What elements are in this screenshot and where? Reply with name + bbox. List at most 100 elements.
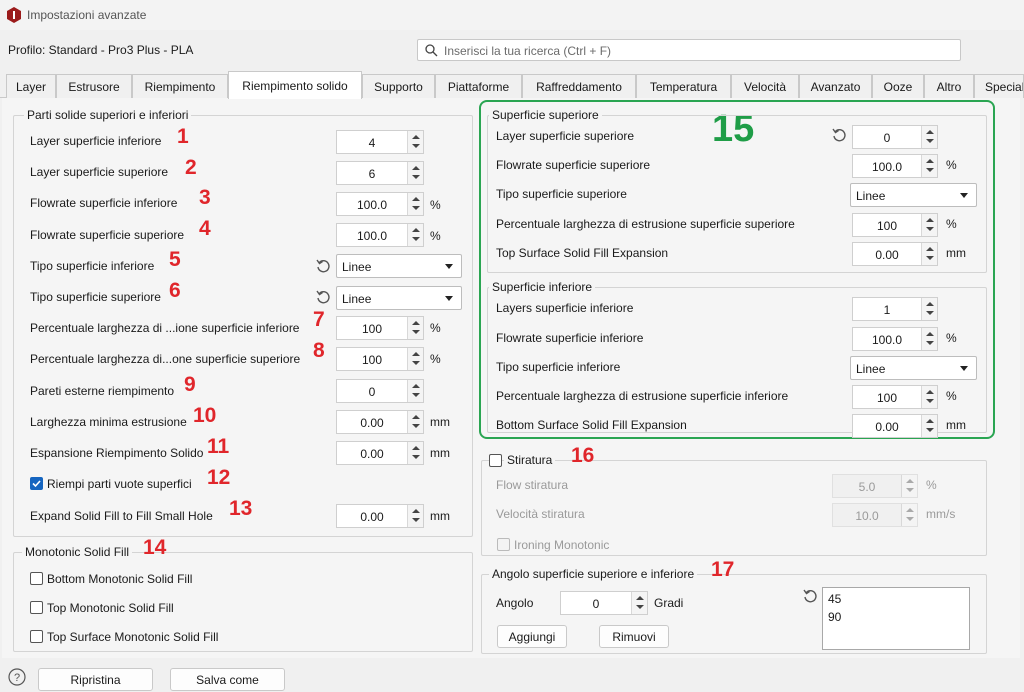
spin-arrows[interactable] [901, 475, 917, 497]
bs-width-value: 100 [876, 391, 898, 405]
spin-arrows[interactable] [407, 162, 423, 184]
spin-arrows[interactable] [921, 126, 937, 148]
spin-arrows[interactable] [407, 505, 423, 527]
remove-angle-button[interactable]: Rimuovi [599, 625, 669, 648]
fill-gaps-checkbox[interactable] [30, 477, 43, 490]
ts-expansion-spinbox[interactable]: 0.00 [852, 242, 938, 266]
top-extrusion-width-spinbox[interactable]: 100 [336, 347, 424, 371]
top-flowrate-value: 100.0 [356, 229, 388, 243]
bottom-layers-spinbox[interactable]: 4 [336, 130, 424, 154]
bs-expansion-value: 0.00 [875, 420, 899, 434]
tab-raffreddamento[interactable]: Raffreddamento [522, 74, 636, 98]
top-layers-spinbox[interactable]: 6 [336, 161, 424, 185]
spin-arrows[interactable] [921, 243, 937, 265]
bs-expansion-spinbox[interactable]: 0.00 [852, 414, 938, 438]
top-layers-label: Layer superficie superiore [30, 165, 169, 179]
top-surface-monotonic-label[interactable]: Top Surface Monotonic Solid Fill [47, 630, 218, 644]
ironing-monotonic-checkbox[interactable] [497, 538, 510, 551]
bs-layers-spinbox[interactable]: 1 [852, 297, 938, 321]
expand-solid-fill-spinbox[interactable]: 0.00 [336, 504, 424, 528]
reset-icon[interactable] [802, 588, 818, 604]
ts-type-select[interactable]: Linee [850, 183, 977, 207]
top-surface-monotonic-checkbox[interactable] [30, 630, 43, 643]
reset-button[interactable]: Ripristina [38, 668, 153, 691]
ironing-flow-spinbox[interactable]: 5.0 [832, 474, 918, 498]
list-item[interactable]: 45 [828, 592, 841, 606]
spin-arrows[interactable] [921, 415, 937, 437]
tab-altro[interactable]: Altro [924, 74, 974, 98]
save-as-button[interactable]: Salva come [170, 668, 285, 691]
bottom-flowrate-spinbox[interactable]: 100.0 [336, 192, 424, 216]
reset-icon[interactable] [315, 289, 331, 305]
solid-fill-expansion-spinbox[interactable]: 0.00 [336, 441, 424, 465]
search-input[interactable]: Inserisci la tua ricerca (Ctrl + F) [417, 39, 961, 61]
add-angle-button[interactable]: Aggiungi [497, 625, 567, 648]
bs-type-select[interactable]: Linee [850, 356, 977, 380]
spin-arrows[interactable] [407, 193, 423, 215]
marker-16: 16 [571, 444, 595, 467]
spin-arrows[interactable] [921, 155, 937, 177]
spin-arrows[interactable] [901, 504, 917, 526]
list-item[interactable]: 90 [828, 610, 841, 624]
tab-avanzato[interactable]: Avanzato [799, 74, 872, 98]
spin-arrows[interactable] [921, 214, 937, 236]
bottom-layers-label: Layer superficie inferiore [30, 134, 162, 148]
tab-piattaforme[interactable]: Piattaforme [435, 74, 522, 98]
ts-width-spinbox[interactable]: 100 [852, 213, 938, 237]
bottom-surface-type-select[interactable]: Linee [336, 254, 462, 278]
angle-list[interactable]: 45 90 [822, 587, 970, 650]
chevron-down-icon [960, 366, 968, 371]
top-flowrate-label: Flowrate superficie superiore [30, 228, 185, 242]
tab-supporto[interactable]: Supporto [362, 74, 435, 98]
tab-ooze[interactable]: Ooze [872, 74, 924, 98]
ironing-monotonic-label[interactable]: Ironing Monotonic [514, 538, 609, 552]
tab-special[interactable]: Special [974, 74, 1024, 98]
unit-mm: mm [946, 246, 966, 260]
tab-temperatura[interactable]: Temperatura [636, 74, 731, 98]
marker-8: 8 [313, 339, 325, 362]
ts-type-label: Tipo superficie superiore [496, 187, 627, 201]
marker-12: 12 [207, 466, 231, 489]
spin-arrows[interactable] [407, 131, 423, 153]
ironing-title[interactable]: Stiratura [504, 453, 556, 467]
outer-walls-fill-spinbox[interactable]: 0 [336, 379, 424, 403]
angle-title: Angolo superficie superiore e inferiore [489, 567, 698, 581]
spin-arrows[interactable] [921, 298, 937, 320]
spin-arrows[interactable] [407, 411, 423, 433]
fill-gaps-label[interactable]: Riempi parti vuote superfici [47, 477, 192, 491]
ironing-checkbox[interactable] [489, 454, 502, 467]
spin-arrows[interactable] [407, 380, 423, 402]
top-extrusion-width-label: Percentuale larghezza di...one superfici… [30, 352, 301, 366]
help-icon[interactable]: ? [8, 668, 26, 686]
bottom-monotonic-label[interactable]: Bottom Monotonic Solid Fill [47, 572, 192, 586]
top-surface-type-select[interactable]: Linee [336, 286, 462, 310]
ts-flowrate-spinbox[interactable]: 100.0 [852, 154, 938, 178]
top-monotonic-checkbox[interactable] [30, 601, 43, 614]
tab-riempimento[interactable]: Riempimento [132, 74, 228, 98]
bs-flowrate-spinbox[interactable]: 100.0 [852, 327, 938, 351]
bottom-surface-type-label: Tipo superficie inferiore [30, 259, 155, 273]
bottom-extrusion-width-spinbox[interactable]: 100 [336, 316, 424, 340]
top-monotonic-label[interactable]: Top Monotonic Solid Fill [47, 601, 174, 615]
reset-icon[interactable] [831, 127, 847, 143]
tab-layer[interactable]: Layer [6, 74, 56, 98]
chevron-down-icon [960, 193, 968, 198]
min-extrusion-width-spinbox[interactable]: 0.00 [336, 410, 424, 434]
spin-arrows[interactable] [407, 224, 423, 246]
angle-spinbox[interactable]: 0 [560, 591, 648, 615]
spin-arrows[interactable] [407, 317, 423, 339]
bs-width-spinbox[interactable]: 100 [852, 385, 938, 409]
tab-velocita[interactable]: Velocità [731, 74, 799, 98]
spin-arrows[interactable] [921, 386, 937, 408]
spin-arrows[interactable] [407, 348, 423, 370]
tab-riempimento-solido[interactable]: Riempimento solido [228, 71, 362, 99]
tab-estrusore[interactable]: Estrusore [56, 74, 132, 98]
ts-layers-spinbox[interactable]: 0 [852, 125, 938, 149]
top-flowrate-spinbox[interactable]: 100.0 [336, 223, 424, 247]
spin-arrows[interactable] [631, 592, 647, 614]
spin-arrows[interactable] [407, 442, 423, 464]
bottom-monotonic-checkbox[interactable] [30, 572, 43, 585]
ironing-speed-spinbox[interactable]: 10.0 [832, 503, 918, 527]
spin-arrows[interactable] [921, 328, 937, 350]
reset-icon[interactable] [315, 258, 331, 274]
